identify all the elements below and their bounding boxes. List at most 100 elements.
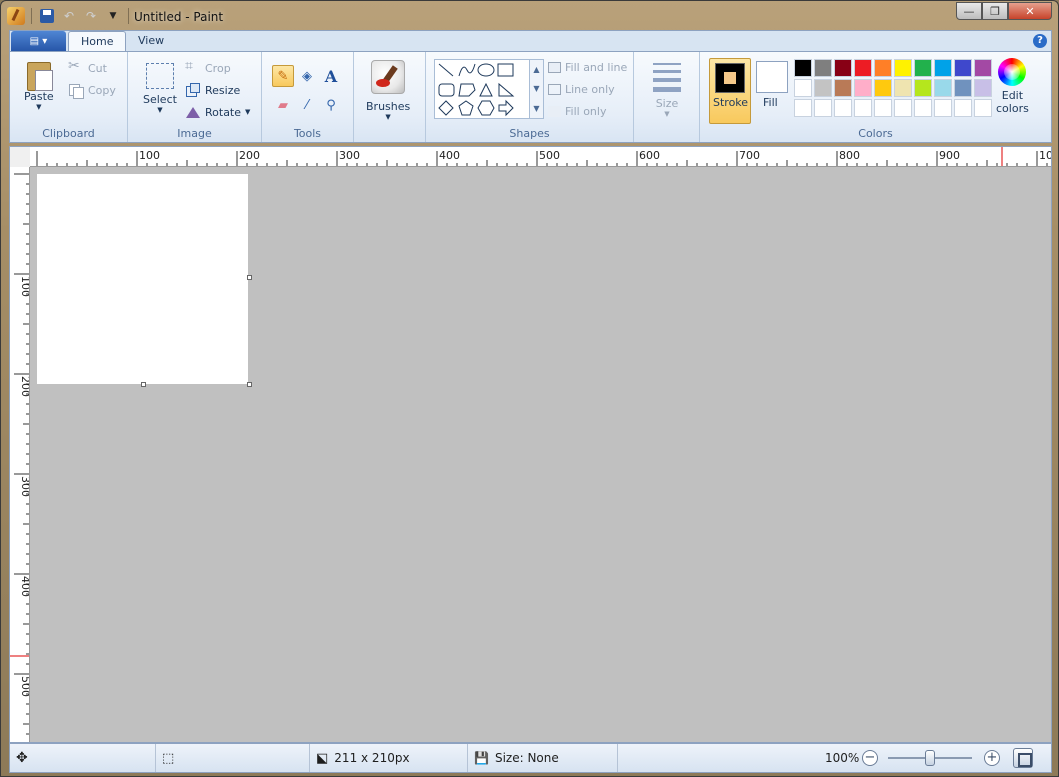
color-swatch[interactable] bbox=[934, 99, 952, 117]
fit-to-window-button[interactable] bbox=[1013, 748, 1033, 768]
color-swatch[interactable] bbox=[794, 79, 812, 97]
size-button[interactable]: Size ▼ bbox=[653, 62, 681, 118]
resize-icon bbox=[185, 83, 201, 97]
scroll-down-icon[interactable]: ▼ bbox=[533, 84, 539, 93]
pencil-tool[interactable]: ✎ bbox=[272, 65, 294, 87]
cut-button[interactable]: Cut bbox=[68, 58, 107, 75]
color-swatch[interactable] bbox=[874, 59, 892, 77]
color-swatch[interactable] bbox=[934, 79, 952, 97]
paste-icon bbox=[25, 58, 53, 91]
fill-only-option[interactable]: Fill only bbox=[548, 105, 606, 118]
text-icon: A bbox=[324, 66, 338, 86]
minimize-button[interactable]: — bbox=[956, 2, 982, 20]
color-swatch[interactable] bbox=[974, 79, 992, 97]
scroll-up-icon[interactable]: ▲ bbox=[533, 65, 539, 74]
resize-label: Resize bbox=[205, 83, 241, 97]
zoom-in-button[interactable]: + bbox=[984, 750, 1000, 766]
color-swatch[interactable] bbox=[894, 79, 912, 97]
crop-icon bbox=[185, 58, 201, 75]
resize-handle-corner[interactable] bbox=[247, 382, 252, 387]
tab-home[interactable]: Home bbox=[68, 31, 127, 53]
crop-button[interactable]: Crop bbox=[185, 58, 231, 75]
line-shape-icon bbox=[438, 63, 454, 77]
drawing-canvas[interactable] bbox=[37, 174, 248, 384]
fill-and-line-label: Fill and line bbox=[565, 61, 628, 74]
ribbon: Paste ▼ Cut Copy Clipboard Select ▼ Cr bbox=[9, 51, 1052, 143]
color-swatch[interactable] bbox=[974, 99, 992, 117]
tab-view[interactable]: View bbox=[126, 31, 176, 53]
ribbon-tab-strip: ▤ ▾ Home View ? bbox=[9, 30, 1052, 53]
fill-label: Fill bbox=[763, 96, 778, 109]
color-picker-tool[interactable]: ⁄ bbox=[296, 94, 318, 116]
shapes-gallery-scroll[interactable]: ▲ ▼ ▼ bbox=[530, 59, 544, 119]
color-swatch[interactable] bbox=[974, 59, 992, 77]
copy-button[interactable]: Copy bbox=[68, 83, 116, 99]
color-swatch[interactable] bbox=[874, 79, 892, 97]
color-swatch[interactable] bbox=[914, 79, 932, 97]
undo-icon[interactable]: ↶ bbox=[60, 7, 78, 25]
stroke-color-button[interactable]: Stroke bbox=[709, 58, 751, 124]
resize-handle-right[interactable] bbox=[247, 275, 252, 280]
arrow-shape-icon bbox=[498, 99, 514, 117]
selection-segment: ⬚ bbox=[156, 744, 310, 772]
image-group-label: Image bbox=[177, 127, 212, 140]
save-icon[interactable] bbox=[40, 9, 54, 23]
text-tool[interactable]: A bbox=[320, 65, 342, 87]
application-menu-button[interactable]: ▤ ▾ bbox=[11, 31, 66, 51]
fill-only-icon bbox=[548, 106, 561, 117]
color-swatch[interactable] bbox=[954, 99, 972, 117]
color-swatch[interactable] bbox=[914, 59, 932, 77]
paint-app-icon[interactable] bbox=[7, 7, 25, 25]
help-icon[interactable]: ? bbox=[1033, 34, 1047, 48]
ruler-label: 300 bbox=[339, 149, 360, 162]
color-swatch[interactable] bbox=[814, 99, 832, 117]
select-button[interactable]: Select ▼ bbox=[143, 63, 177, 114]
color-swatch[interactable] bbox=[834, 59, 852, 77]
zoom-slider-thumb[interactable] bbox=[925, 750, 935, 766]
chevron-down-icon: ▼ bbox=[245, 108, 251, 116]
window-title: Untitled - Paint bbox=[134, 10, 224, 24]
color-swatch[interactable] bbox=[794, 59, 812, 77]
zoom-out-button[interactable]: − bbox=[862, 750, 878, 766]
brushes-button[interactable]: Brushes ▼ bbox=[366, 60, 410, 121]
magnifier-tool[interactable]: ⚲ bbox=[320, 94, 342, 116]
polygon-shape-icon bbox=[458, 83, 476, 97]
close-button[interactable]: ✕ bbox=[1008, 2, 1052, 20]
fill-tool[interactable]: ◈ bbox=[296, 65, 318, 87]
color-swatch[interactable] bbox=[954, 79, 972, 97]
maximize-button[interactable]: ❐ bbox=[982, 2, 1008, 20]
move-cursor-icon: ✥ bbox=[16, 750, 28, 766]
eraser-tool[interactable]: ▰ bbox=[272, 94, 294, 116]
color-swatch[interactable] bbox=[814, 79, 832, 97]
color-swatch[interactable] bbox=[814, 59, 832, 77]
color-swatch[interactable] bbox=[794, 99, 812, 117]
color-swatch[interactable] bbox=[854, 59, 872, 77]
outline-fill-and-line-option[interactable]: Fill and line bbox=[548, 61, 627, 74]
color-swatch[interactable] bbox=[954, 59, 972, 77]
color-swatch[interactable] bbox=[934, 59, 952, 77]
canvas-workspace[interactable]: 100 200 300 400 500 600 700 800 900 10 100 200 300 4… bbox=[9, 146, 1052, 743]
paste-button[interactable]: Paste ▼ bbox=[24, 58, 54, 111]
paint-window: ↶ ↷ ▼ Untitled - Paint — ❐ ✕ ▤ ▾ Home Vi… bbox=[0, 0, 1059, 777]
gallery-expand-icon[interactable]: ▼ bbox=[533, 104, 539, 113]
ruler-label: 100 bbox=[139, 149, 160, 162]
customize-dropdown-icon[interactable]: ▼ bbox=[104, 7, 122, 25]
resize-button[interactable]: Resize bbox=[185, 83, 240, 97]
color-swatch[interactable] bbox=[894, 99, 912, 117]
edit-colors-label-line1: Edit bbox=[1001, 89, 1024, 102]
color-swatch[interactable] bbox=[874, 99, 892, 117]
outline-line-only-option[interactable]: Line only bbox=[548, 83, 615, 96]
color-swatch[interactable] bbox=[854, 99, 872, 117]
resize-handle-bottom[interactable] bbox=[141, 382, 146, 387]
copy-label: Copy bbox=[88, 83, 116, 97]
edit-colors-button[interactable]: Edit colors bbox=[996, 58, 1029, 115]
fill-color-button[interactable] bbox=[756, 61, 788, 93]
color-swatch[interactable] bbox=[834, 79, 852, 97]
color-swatch[interactable] bbox=[834, 99, 852, 117]
color-swatch[interactable] bbox=[894, 59, 912, 77]
ruler-label: 900 bbox=[939, 149, 960, 162]
color-swatch[interactable] bbox=[914, 99, 932, 117]
redo-icon[interactable]: ↷ bbox=[82, 7, 100, 25]
color-swatch[interactable] bbox=[854, 79, 872, 97]
rotate-button[interactable]: Rotate ▼ bbox=[185, 105, 250, 119]
